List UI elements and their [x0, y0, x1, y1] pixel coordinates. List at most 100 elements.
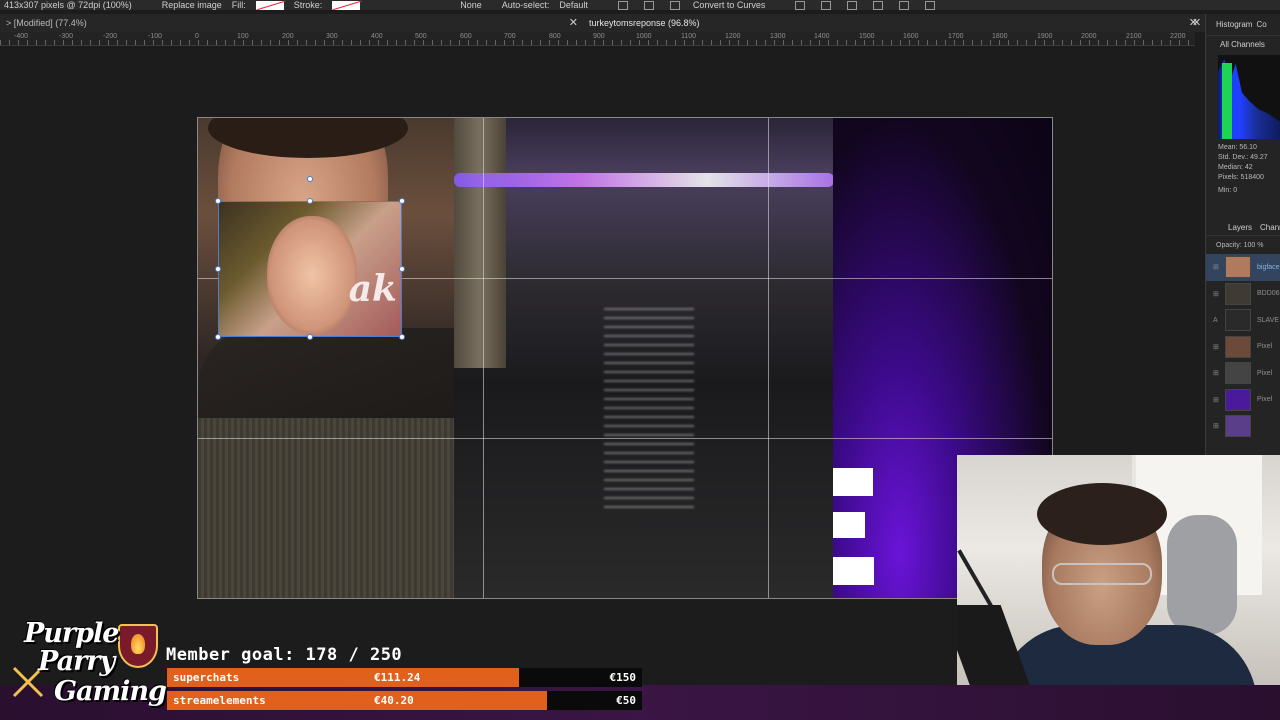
text-layer-icon: A: [1213, 316, 1218, 324]
goal-bar-target: €50: [616, 694, 636, 707]
selection-handle[interactable]: [307, 198, 313, 204]
selection-handle[interactable]: [307, 334, 313, 340]
stroke-swatch[interactable]: [332, 0, 361, 10]
min-value[interactable]: 0: [1233, 187, 1237, 194]
fill-swatch[interactable]: [255, 0, 284, 10]
align-right-icon[interactable]: [847, 0, 858, 10]
pole: [454, 118, 506, 368]
ruler-label: 1200: [725, 33, 741, 40]
ruler-label: 1900: [1037, 33, 1053, 40]
layer-row[interactable]: ⊞: [1206, 413, 1280, 440]
selection-handle[interactable]: [399, 198, 405, 204]
tab-label: turkeytomsreponse (96.8%): [589, 18, 700, 28]
ruler-label: 1800: [992, 33, 1008, 40]
grid-line-horizontal: [198, 438, 1052, 439]
goal-bar-target: €150: [609, 671, 637, 684]
layer-type-icon: ⊞: [1213, 423, 1219, 431]
align-top-icon[interactable]: [873, 0, 884, 10]
tab-color[interactable]: Co: [1256, 20, 1266, 35]
tab-modified[interactable]: > [Modified] (77.4%) ✕: [0, 14, 583, 32]
member-goal-text: Member goal: 178 / 250: [166, 645, 403, 665]
selection-handle[interactable]: [399, 334, 405, 340]
logo-text-line1: Purple: [24, 618, 119, 649]
logo-text-line3: Gaming: [54, 676, 167, 707]
selection-handle[interactable]: [399, 266, 405, 272]
ruler-label: 1400: [814, 33, 830, 40]
ruler-label: -200: [103, 33, 118, 40]
ruler-ticks: [0, 40, 1195, 45]
tab-layers[interactable]: Layers: [1228, 223, 1252, 232]
inset-face: [267, 216, 357, 334]
document-canvas[interactable]: [197, 117, 1053, 599]
grid-icon[interactable]: [669, 0, 680, 10]
chair: [1167, 515, 1237, 635]
ruler-label: 2200: [1170, 33, 1186, 40]
document-info[interactable]: 413x307 pixels @ 72dpi (100%): [4, 0, 132, 10]
align-middle-icon[interactable]: [899, 0, 910, 10]
selected-image-bigface[interactable]: ak: [218, 201, 402, 337]
horizontal-ruler[interactable]: -400 -300 -200 -100 0 100 200 300 400 50…: [0, 32, 1195, 46]
superchats-goal-bar: superchats €111.24 €150: [167, 668, 642, 687]
opacity-row: Opacity: 100 %: [1206, 236, 1280, 254]
stat-pixels: Pixels: 518400: [1218, 174, 1264, 181]
sweater: [198, 418, 458, 598]
layer-type-icon: ⊞: [1213, 290, 1219, 298]
layer-row[interactable]: ⊞ Pixel: [1206, 334, 1280, 361]
streamer-hair: [1037, 483, 1167, 545]
transform-icon[interactable]: [643, 0, 654, 10]
layer-row[interactable]: ⊞ Pixel: [1206, 360, 1280, 387]
layer-name: bigface: [1257, 263, 1280, 271]
convert-to-curves-button[interactable]: Convert to Curves: [693, 0, 766, 10]
river-photo-layer[interactable]: [454, 118, 834, 598]
white-block[interactable]: [833, 468, 873, 496]
ruler-label: 300: [326, 33, 338, 40]
layer-thumbnail: [1225, 362, 1251, 385]
layer-row[interactable]: A SLAVE: [1206, 307, 1280, 334]
ruler-label: 1600: [903, 33, 919, 40]
align-bottom-icon[interactable]: [925, 0, 936, 10]
streamelements-goal-bar: streamelements €40.20 €50: [167, 691, 642, 710]
layer-row[interactable]: ⊞ Pixel: [1206, 387, 1280, 414]
goal-bar-value: €111.24: [374, 671, 421, 684]
align-icon[interactable]: [617, 0, 628, 10]
layer-row[interactable]: ⊞ bigface: [1206, 254, 1280, 281]
auto-select-dropdown[interactable]: Default: [559, 0, 588, 10]
layer-type-icon: ⊞: [1213, 343, 1219, 351]
layer-thumbnail: [1225, 388, 1251, 411]
logo-text-line2: Parry: [38, 646, 115, 677]
ruler-label: 600: [460, 33, 472, 40]
align-center-icon[interactable]: [821, 0, 832, 10]
layer-row[interactable]: ⊞ BDD06: [1206, 281, 1280, 308]
ruler-label: 1700: [948, 33, 964, 40]
selection-handle[interactable]: [215, 198, 221, 204]
layer-thumbnail: [1225, 415, 1251, 438]
tab-histogram[interactable]: Histogram: [1216, 20, 1252, 35]
close-icon[interactable]: ✕: [569, 14, 578, 32]
ruler-label: -400: [14, 33, 29, 40]
auto-select-label[interactable]: Auto-select:: [502, 0, 550, 10]
inset-sign-text: ak: [348, 268, 397, 310]
ruler-label: 1000: [636, 33, 652, 40]
align-left-icon[interactable]: [795, 0, 806, 10]
white-block[interactable]: [833, 557, 874, 585]
fill-label: Fill:: [231, 0, 246, 10]
layers-tabs: Layers Channe: [1206, 220, 1280, 236]
rotate-handle[interactable]: [307, 176, 313, 182]
selection-handle[interactable]: [215, 334, 221, 340]
stat-median: Median: 42: [1218, 164, 1253, 171]
tab-turkeytomsreponse[interactable]: turkeytomsreponse (96.8%) ✕: [583, 14, 1203, 32]
white-block[interactable]: [833, 512, 865, 538]
lit-bridge: [454, 173, 834, 187]
min-label: Min:: [1218, 187, 1232, 194]
ruler-label: 2000: [1081, 33, 1097, 40]
tab-channels[interactable]: Channe: [1260, 223, 1280, 232]
opacity-value[interactable]: 100 %: [1244, 242, 1264, 249]
tab-label: > [Modified] (77.4%): [6, 18, 87, 28]
selection-handle[interactable]: [215, 266, 221, 272]
ruler-label: 200: [282, 33, 294, 40]
close-icon[interactable]: ✕: [1192, 16, 1201, 29]
ruler-label: -100: [148, 33, 163, 40]
channels-select[interactable]: All Channels: [1206, 36, 1280, 49]
replace-image-button[interactable]: Replace image: [162, 0, 222, 10]
stroke-width-value[interactable]: None: [460, 0, 482, 10]
